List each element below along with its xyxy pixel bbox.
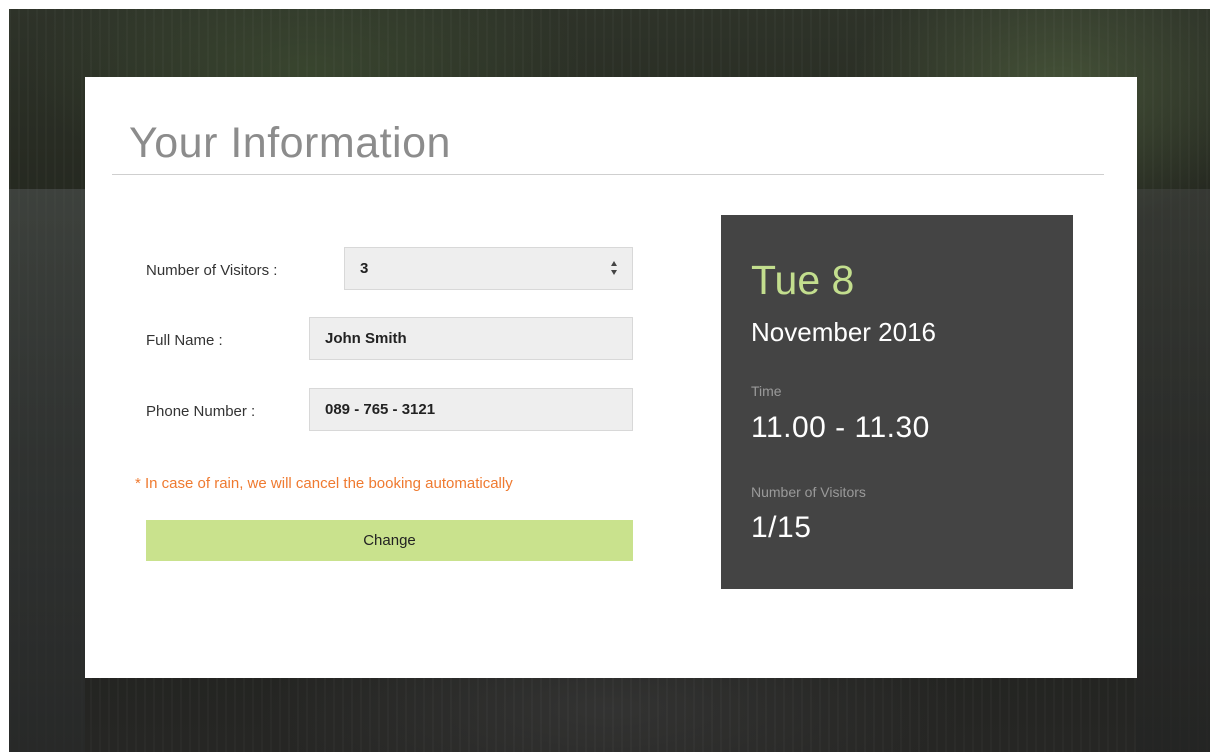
visitors-select[interactable]: 3 (344, 247, 633, 290)
summary-day: Tue 8 (751, 257, 855, 303)
booking-summary-panel: Tue 8 November 2016 Time 11.00 - 11.30 N… (721, 215, 1073, 589)
background-railing-right (1136, 189, 1210, 752)
background-railing-left (9, 189, 85, 752)
summary-time-value: 11.00 - 11.30 (751, 411, 930, 444)
phone-number-input[interactable]: 089 - 765 - 3121 (309, 388, 633, 431)
summary-month-year: November 2016 (751, 317, 936, 347)
phone-number-value: 089 - 765 - 3121 (325, 401, 436, 418)
summary-visitors-label: Number of Visitors (751, 484, 866, 500)
rain-notice: * In case of rain, we will cancel the bo… (135, 475, 513, 492)
visitors-select-value: 3 (360, 260, 369, 277)
title-divider (112, 174, 1104, 175)
page-title: Your Information (129, 119, 451, 167)
visitors-label: Number of Visitors : (146, 262, 278, 279)
phone-number-label: Phone Number : (146, 403, 256, 420)
change-button[interactable]: Change (146, 520, 633, 561)
summary-time-label: Time (751, 383, 782, 399)
summary-visitors-value: 1/15 (751, 511, 812, 544)
full-name-label: Full Name : (146, 332, 223, 349)
full-name-value: John Smith (325, 330, 407, 347)
select-arrows-icon (610, 261, 618, 275)
full-name-input[interactable]: John Smith (309, 317, 633, 360)
information-card: Your Information Number of Visitors : 3 … (85, 77, 1137, 678)
